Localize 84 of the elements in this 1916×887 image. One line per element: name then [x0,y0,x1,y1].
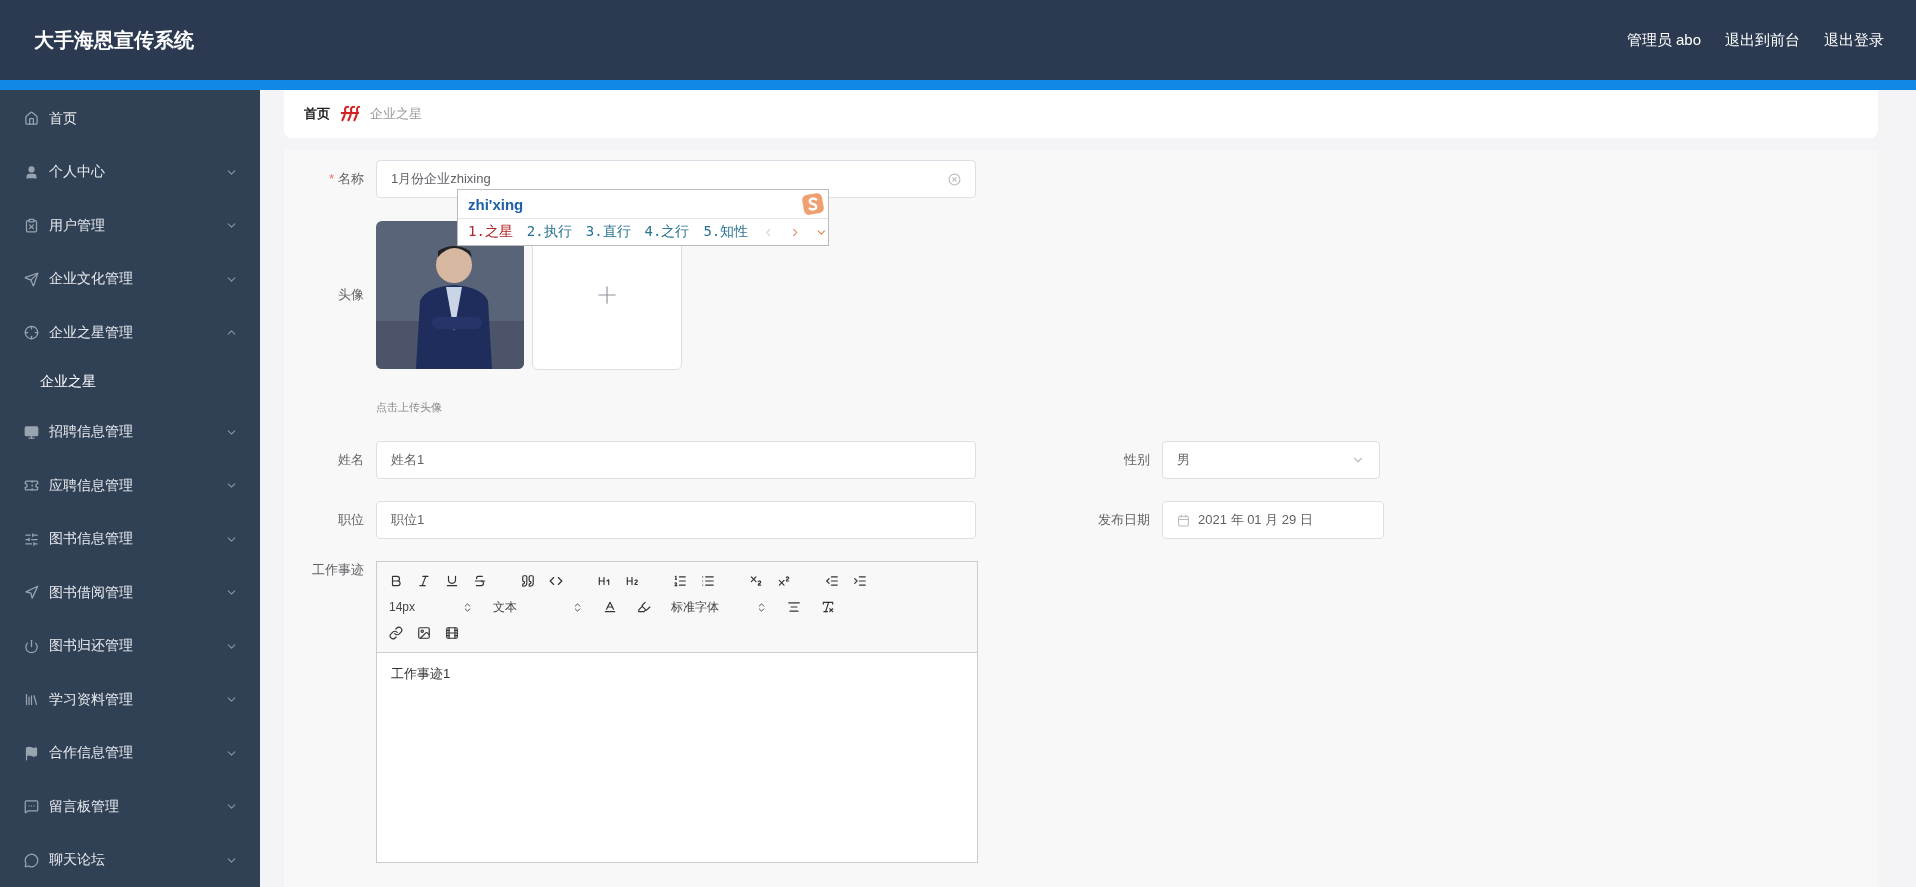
sidebar-item[interactable]: 首页 [0,92,260,146]
clipboard-icon [24,218,39,234]
sidebar-item[interactable]: 个人中心 [0,145,260,200]
sidebar-item[interactable]: 用户管理 [0,199,260,253]
breadcrumb-item: 企业之星 [370,105,422,123]
date-input[interactable]: 2021 年 01 月 29 日 [1162,501,1384,539]
select-arrows-icon [756,601,767,613]
italic-icon[interactable] [417,574,431,588]
power-icon [24,638,39,654]
clear-format-icon[interactable] [821,600,835,614]
gender-select[interactable]: 男 [1162,441,1380,479]
sidebar-subitem[interactable]: 企业之星 [0,359,260,406]
highlight-icon[interactable] [637,600,651,614]
ime-candidate[interactable]: 4.之行 [644,223,690,241]
toolbar-select[interactable]: 14px [389,600,473,614]
user-icon [24,164,39,180]
sidebar-item[interactable]: 图书归还管理 [0,619,260,673]
strikethrough-icon[interactable] [473,574,487,588]
sidebar-item[interactable]: 合作信息管理 [0,726,260,780]
paper-plane-icon [24,271,39,287]
indent-icon[interactable] [853,574,867,588]
ime-candidate[interactable]: 2.执行 [526,223,572,241]
ticket-icon [24,478,39,494]
books-icon [24,692,39,708]
upload-hint: 点击上传头像 [376,400,442,415]
field-label: 工作事迹 [311,561,365,579]
bold-icon[interactable] [389,574,403,588]
ime-candidate[interactable]: 1.之星 [468,223,513,241]
header-link[interactable]: 退出到前台 [1725,30,1800,50]
header-link[interactable]: 退出登录 [1824,30,1884,50]
breadcrumb-item[interactable]: 首页 [304,105,330,123]
sidebar-item[interactable]: 应聘信息管理 [0,458,260,513]
flag-icon [24,745,39,761]
sidebar-item[interactable]: 图书信息管理 [0,512,260,566]
home-icon [24,111,39,127]
field-label: * 名称 [327,170,365,188]
image-icon[interactable] [417,626,431,640]
sidebar-item[interactable]: 学习资料管理 [0,672,260,727]
underline-icon[interactable] [445,574,459,588]
chat-bubble-icon [24,799,39,815]
align-icon[interactable] [787,600,801,614]
field-label: 职位 [337,511,365,529]
quote-icon[interactable] [521,574,535,588]
select-arrows-icon [462,601,473,613]
ordered-list-icon[interactable] [673,574,687,588]
toolbar-select[interactable]: 标准字体 [671,598,767,616]
position-input[interactable]: 职位1 [376,501,976,539]
sidebar-item[interactable]: 聊天论坛 [0,833,260,887]
name-input[interactable]: 姓名1 [376,441,976,479]
code-icon[interactable] [549,574,563,588]
select-arrows-icon [572,601,583,613]
header-link[interactable]: 管理员 abo [1626,30,1701,50]
text-color-icon[interactable] [603,600,617,614]
sidebar-item[interactable]: 招聘信息管理 [0,405,260,459]
sidebar-item[interactable]: 企业之星管理 [0,306,260,360]
subscript-icon[interactable] [749,574,763,588]
sidebar-item[interactable]: 留言板管理 [0,779,260,834]
field-label: 性别 [1123,451,1151,469]
crosshair-icon [24,325,39,341]
outdent-icon[interactable] [825,574,839,588]
field-label: 姓名 [337,451,365,469]
ime-logo-icon [802,193,824,215]
editor-content[interactable]: 工作事迹1 [377,653,977,862]
navigation-icon [24,585,39,601]
sliders-icon [24,531,39,547]
ime-candidate[interactable]: 5.知性 [703,223,749,241]
separator-icon [340,106,360,122]
toolbar-select[interactable]: 文本 [493,598,583,616]
calendar-icon [1177,513,1190,527]
field-label: 发布日期 [1097,511,1151,529]
ime-composition: zhi'xing [468,195,524,213]
sidebar-item[interactable]: 图书借阅管理 [0,565,260,620]
bullet-list-icon[interactable] [701,574,715,588]
ime-candidate[interactable]: 3.直行 [585,223,631,241]
sidebar-item[interactable]: 企业文化管理 [0,252,260,307]
link-icon[interactable] [389,626,403,640]
heading-one-icon[interactable] [597,574,611,588]
video-icon[interactable] [445,626,459,640]
heading-two-icon[interactable] [625,574,639,588]
chat-icon [24,852,39,868]
monitor-icon [24,424,39,440]
superscript-icon[interactable] [777,574,791,588]
app-title: 大手海恩宣传系统 [34,27,194,53]
field-label: 头像 [337,286,365,304]
